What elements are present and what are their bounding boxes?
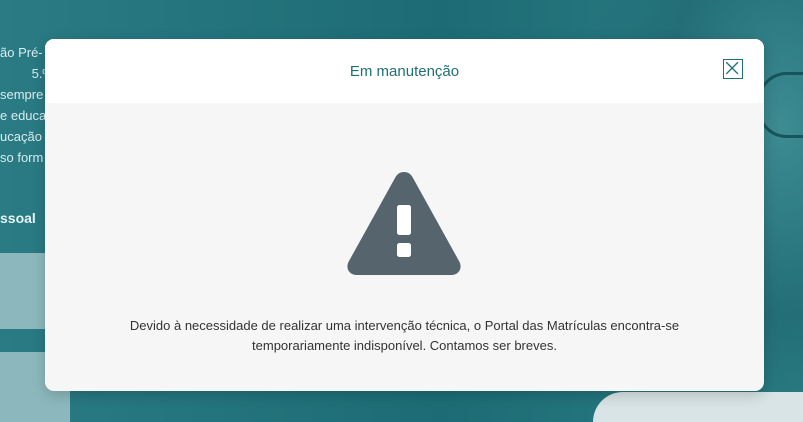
warning-triangle-icon (347, 172, 461, 275)
maintenance-modal: Em manutenção Devido à necessidade de re… (45, 39, 764, 391)
close-icon (725, 61, 739, 75)
maintenance-message: Devido à necessidade de realizar uma int… (129, 318, 680, 353)
modal-header: Em manutenção (45, 39, 764, 103)
background-photo-detail (593, 392, 803, 422)
close-button[interactable] (723, 59, 743, 79)
modal-title: Em manutenção (349, 63, 460, 80)
